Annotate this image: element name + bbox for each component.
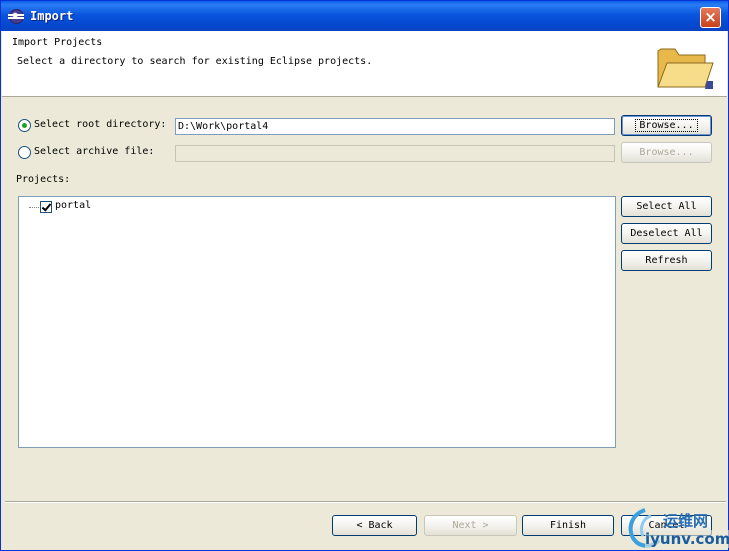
close-button[interactable]: × bbox=[700, 7, 721, 28]
refresh-button[interactable]: Refresh bbox=[621, 250, 712, 271]
archive-file-label: Select archive file: bbox=[34, 146, 155, 157]
watermark-url-text: iyunv.com bbox=[645, 530, 729, 548]
eclipse-icon bbox=[8, 9, 24, 24]
root-browse-button[interactable]: Browse... bbox=[621, 115, 712, 136]
footer-separator bbox=[5, 501, 726, 503]
window-title: Import bbox=[30, 9, 74, 23]
page-title: Import Projects bbox=[12, 37, 103, 48]
finish-button[interactable]: Finish bbox=[522, 515, 614, 536]
project-checkbox[interactable] bbox=[40, 201, 52, 213]
watermark-cn-text: 运维网 bbox=[663, 512, 709, 530]
projects-label: Projects: bbox=[16, 174, 71, 185]
next-button[interactable]: Next > bbox=[424, 515, 517, 536]
root-directory-label: Select root directory: bbox=[34, 119, 167, 130]
archive-browse-button[interactable]: Browse... bbox=[621, 142, 712, 163]
deselect-all-button[interactable]: Deselect All bbox=[621, 223, 712, 244]
title-bar[interactable]: Import × bbox=[1, 1, 728, 31]
wizard-header: Import Projects Select a directory to se… bbox=[2, 31, 727, 97]
archive-file-radio[interactable] bbox=[18, 146, 31, 159]
watermark: 运维网 iyunv.com bbox=[625, 506, 729, 550]
archive-file-input[interactable] bbox=[175, 145, 615, 162]
page-description: Select a directory to search for existin… bbox=[17, 56, 373, 67]
projects-list[interactable]: portal bbox=[18, 196, 616, 448]
project-name: portal bbox=[55, 200, 92, 211]
back-button[interactable]: < Back bbox=[332, 515, 417, 536]
folder-icon bbox=[657, 48, 714, 89]
select-all-button[interactable]: Select All bbox=[621, 196, 712, 217]
import-dialog: Import × Import Projects Select a direct… bbox=[0, 0, 729, 551]
root-directory-input[interactable]: D:\Work\portal4 bbox=[175, 118, 615, 135]
root-directory-radio[interactable] bbox=[18, 119, 31, 132]
list-item[interactable]: portal bbox=[19, 197, 219, 215]
